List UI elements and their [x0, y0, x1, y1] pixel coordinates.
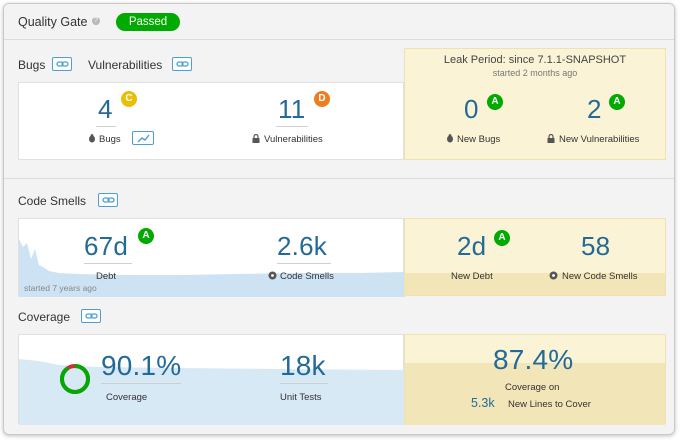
debt-value-underline	[84, 263, 132, 264]
question-icon[interactable]: ?	[92, 17, 100, 25]
new-code-smells-label: New Code Smells	[562, 271, 638, 282]
code-smells-value[interactable]: 2.6k	[277, 231, 327, 262]
bugs-leak-panel	[404, 80, 666, 160]
started-note: started 7 years ago	[24, 283, 97, 293]
coverage-value[interactable]: 90.1%	[101, 350, 181, 382]
code-smells-section-label: Code Smells	[18, 194, 87, 208]
code-smell-icon	[268, 271, 277, 280]
debt-value[interactable]: 67d	[84, 231, 128, 262]
vulnerabilities-value[interactable]: 11	[278, 94, 305, 125]
new-vulnerabilities-label: New Vulnerabilities	[559, 134, 640, 145]
bugs-vulnerabilities-panel	[18, 82, 404, 160]
code-smells-label: Code Smells	[280, 271, 334, 282]
link-icon	[102, 197, 115, 203]
code-smell-icon	[549, 271, 558, 280]
vulnerabilities-drilldown-button[interactable]	[172, 57, 192, 71]
leak-period-title: Leak Period: since 7.1.1-SNAPSHOT	[443, 54, 627, 66]
link-icon	[176, 61, 189, 67]
lock-icon	[252, 134, 260, 143]
new-vulnerabilities-value[interactable]: 2	[587, 94, 602, 125]
bugs-section-label: Bugs	[18, 58, 46, 72]
quality-gate-bar: Quality Gate ? Passed	[4, 4, 674, 40]
new-vulnerabilities-rating-badge: A	[609, 94, 625, 110]
vulnerabilities-section-label: Vulnerabilities	[88, 58, 163, 72]
quality-gate-status-badge: Passed	[116, 13, 180, 31]
new-coverage-value[interactable]: 87.4%	[493, 344, 573, 376]
leak-period-subtitle: started 2 months ago	[492, 68, 578, 78]
bugs-rating-badge: C	[121, 91, 137, 107]
bug-icon	[89, 134, 95, 143]
lock-icon	[547, 134, 555, 143]
vulnerabilities-value-underline	[276, 126, 308, 127]
bugs-trend-button[interactable]	[132, 131, 154, 145]
unit-tests-value-underline	[280, 383, 328, 384]
new-debt-label: New Debt	[451, 271, 493, 282]
bugs-metric-label: Bugs	[99, 134, 121, 145]
code-smells-leak-panel	[404, 218, 666, 296]
bugs-drilldown-button[interactable]	[52, 57, 72, 71]
new-code-smells-value[interactable]: 58	[581, 231, 610, 262]
debt-rating-badge: A	[138, 228, 154, 244]
new-debt-rating-badge: A	[494, 230, 510, 246]
new-debt-value[interactable]: 2d	[457, 231, 486, 262]
unit-tests-label: Unit Tests	[280, 392, 322, 403]
code-smells-drilldown-button[interactable]	[98, 193, 118, 207]
trend-icon	[137, 134, 150, 143]
vulnerabilities-metric-label: Vulnerabilities	[264, 134, 323, 145]
project-overview-frame: Quality Gate ? Passed Bugs Vulnerabiliti…	[3, 3, 675, 435]
link-icon	[85, 313, 98, 319]
coverage-label: Coverage	[106, 392, 148, 403]
debt-label: Debt	[96, 271, 117, 282]
section-divider	[4, 178, 674, 179]
new-bugs-value[interactable]: 0	[464, 94, 479, 125]
coverage-value-underline	[101, 383, 181, 384]
new-bugs-label: New Bugs	[457, 134, 501, 145]
coverage-section-label: Coverage	[18, 310, 71, 324]
bug-icon	[447, 134, 453, 143]
coverage-drilldown-button[interactable]	[81, 309, 101, 323]
vulnerabilities-rating-badge: D	[314, 91, 330, 107]
link-icon	[56, 61, 69, 67]
leak-period-header: Leak Period: since 7.1.1-SNAPSHOT starte…	[404, 48, 666, 80]
new-bugs-rating-badge: A	[487, 94, 503, 110]
new-coverage-label: Coverage on	[505, 382, 560, 393]
bugs-value[interactable]: 4	[98, 94, 113, 125]
coverage-donut-chart	[60, 364, 90, 394]
quality-gate-title: Quality Gate	[18, 15, 88, 29]
unit-tests-value[interactable]: 18k	[280, 350, 326, 382]
new-lines-value[interactable]: 5.3k	[471, 396, 495, 410]
new-lines-label: New Lines to Cover	[508, 399, 591, 410]
bugs-value-underline	[96, 126, 116, 127]
code-smells-value-underline	[277, 263, 331, 264]
